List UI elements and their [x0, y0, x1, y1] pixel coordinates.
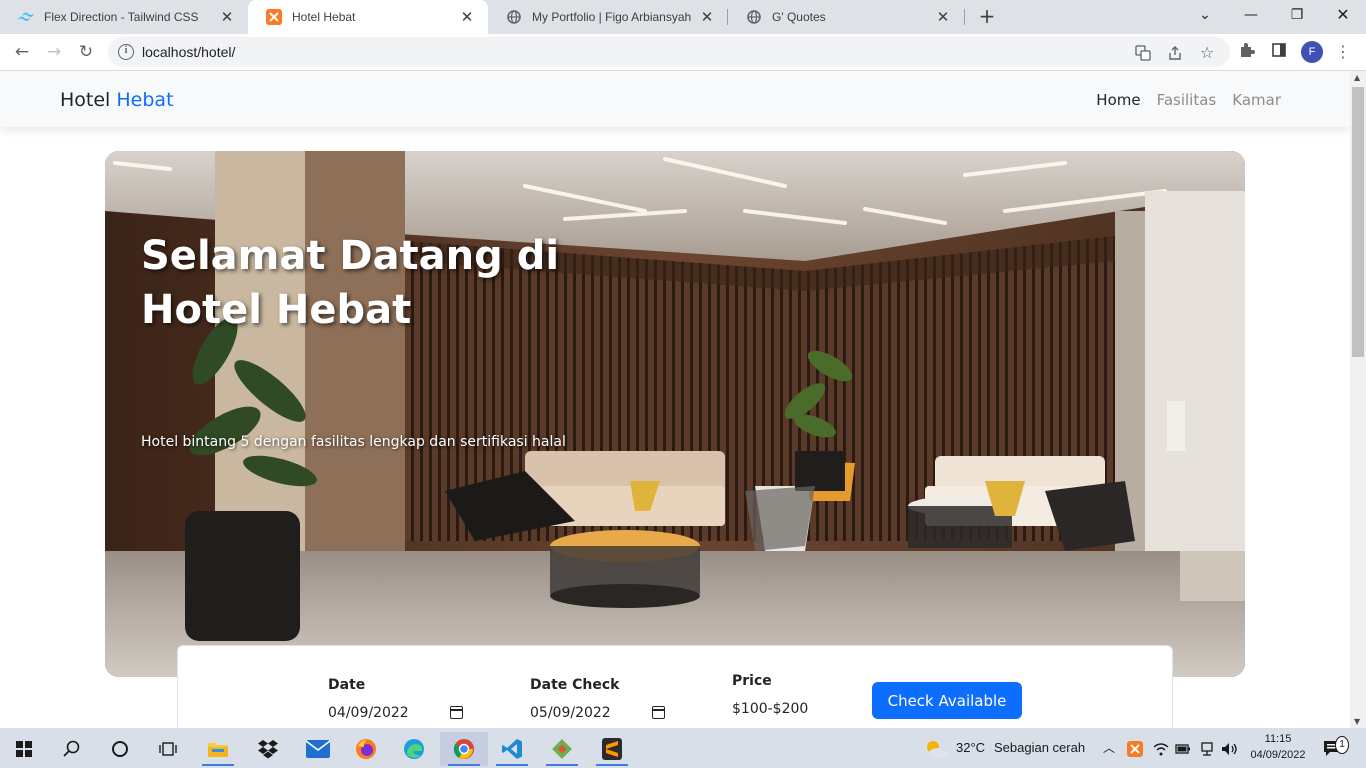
bookmark-star-icon[interactable]: ☆ [1199, 45, 1215, 61]
close-tab-icon[interactable]: ✕ [934, 8, 952, 26]
mail-icon[interactable] [294, 732, 342, 766]
tab-title: G' Quotes [772, 10, 826, 24]
nav-kamar-link[interactable]: Kamar [1232, 91, 1281, 109]
date-check-label: Date Check [530, 677, 620, 693]
share-icon[interactable] [1167, 45, 1183, 61]
task-view-icon[interactable] [144, 732, 192, 766]
active-app-indicator [596, 764, 628, 766]
calendar-icon[interactable] [652, 706, 665, 719]
tab-separator [964, 9, 965, 25]
scroll-down-arrow-icon[interactable]: ▼ [1354, 717, 1360, 726]
site-info-icon[interactable]: i [118, 44, 134, 60]
close-window-button[interactable]: ✕ [1320, 0, 1366, 34]
calendar-icon[interactable] [450, 706, 463, 719]
windows-taskbar: 32°C Sebagian cerah ︿ 11:15 04/09/2022 1 [0, 728, 1366, 768]
scrollbar-thumb[interactable] [1352, 87, 1364, 357]
extensions-puzzle-icon[interactable] [1237, 42, 1257, 62]
active-app-indicator [496, 764, 528, 766]
chrome-icon[interactable] [440, 732, 488, 766]
tab-title: Flex Direction - Tailwind CSS [44, 10, 199, 24]
dropbox-icon[interactable] [244, 732, 292, 766]
back-arrow-icon[interactable]: ← [8, 38, 36, 66]
price-value: $100-$200 [732, 701, 809, 717]
vscode-icon[interactable] [488, 732, 536, 766]
booking-form: Date 04/09/2022 Date Check 05/09/2022 Pr… [177, 645, 1173, 728]
active-app-indicator [202, 764, 234, 766]
firefox-icon[interactable] [342, 732, 390, 766]
globe-icon [746, 9, 762, 25]
url-text[interactable]: localhost/hotel/ [142, 44, 235, 60]
globe-icon [506, 9, 522, 25]
tab-search-icon[interactable]: ⌄ [1182, 0, 1228, 34]
restore-button[interactable]: ❐ [1274, 0, 1320, 34]
tray-chevron-up-icon[interactable]: ︿ [1103, 728, 1115, 768]
address-bar[interactable]: i localhost/hotel/ ☆ [108, 37, 1230, 67]
nav-links: Home Fasilitas Kamar [1096, 91, 1281, 109]
site-navbar: Hotel Hebat Home Fasilitas Kamar [0, 71, 1350, 127]
browser-tab[interactable]: G' Quotes ✕ [728, 0, 964, 34]
brand-accent: Hebat [116, 89, 174, 111]
kebab-menu-icon[interactable]: ⋮ [1333, 42, 1353, 62]
browser-tab-active[interactable]: Hotel Hebat ✕ [248, 0, 488, 34]
nav-fasilitas-link[interactable]: Fasilitas [1157, 91, 1217, 109]
xampp-icon [266, 9, 282, 25]
active-app-indicator [546, 764, 578, 766]
active-app-indicator [448, 764, 480, 766]
tab-title: Hotel Hebat [292, 10, 356, 24]
reload-icon[interactable]: ↻ [72, 38, 100, 66]
weather-temperature[interactable]: 32°C [956, 728, 985, 768]
tab-title: My Portfolio | Figo Arbiansyah [532, 10, 692, 24]
date-label: Date [328, 677, 366, 693]
brand-primary: Hotel [60, 89, 111, 111]
weather-icon[interactable] [924, 728, 948, 768]
file-explorer-icon[interactable] [194, 732, 242, 766]
system-clock[interactable]: 11:15 04/09/2022 [1246, 731, 1310, 763]
sublime-text-icon[interactable] [588, 732, 636, 766]
notification-count-badge: 1 [1335, 736, 1349, 754]
scroll-up-arrow-icon[interactable]: ▲ [1354, 73, 1360, 82]
hero-banner: Selamat Datang di Hotel Hebat Hotel bint… [105, 151, 1245, 677]
xampp-tray-icon[interactable] [1127, 728, 1143, 768]
windows-start-icon[interactable] [0, 732, 48, 766]
clock-date: 04/09/2022 [1250, 749, 1306, 761]
forward-arrow-icon[interactable]: → [40, 38, 68, 66]
browser-toolbar: ← → ↻ i localhost/hotel/ ☆ F ⋮ [0, 34, 1366, 71]
battery-icon[interactable] [1175, 728, 1191, 768]
browser-tab[interactable]: My Portfolio | Figo Arbiansyah ✕ [488, 0, 728, 34]
page-scrollbar[interactable]: ▲ ▼ [1350, 71, 1366, 728]
close-tab-icon[interactable]: ✕ [458, 8, 476, 26]
hero-subtitle: Hotel bintang 5 dengan fasilitas lengkap… [141, 434, 566, 450]
checkin-date-input[interactable]: 04/09/2022 [328, 705, 409, 721]
checkout-date-input[interactable]: 05/09/2022 [530, 705, 611, 721]
hero-title: Selamat Datang di Hotel Hebat [141, 233, 560, 333]
tailwind-icon [18, 9, 34, 25]
network-icon[interactable] [1199, 728, 1215, 768]
close-tab-icon[interactable]: ✕ [218, 8, 236, 26]
close-tab-icon[interactable]: ✕ [698, 8, 716, 26]
translate-icon[interactable] [1135, 45, 1151, 61]
edge-icon[interactable] [390, 732, 438, 766]
weather-description[interactable]: Sebagian cerah [994, 728, 1085, 768]
wifi-icon[interactable] [1153, 728, 1169, 768]
search-icon[interactable] [48, 732, 96, 766]
site-brand[interactable]: Hotel Hebat [60, 89, 174, 111]
nav-home-link[interactable]: Home [1096, 91, 1140, 109]
page-viewport: Hotel Hebat Home Fasilitas Kamar Selamat… [0, 71, 1350, 728]
side-panel-icon[interactable] [1269, 42, 1289, 62]
minimize-button[interactable]: — [1228, 0, 1274, 34]
clock-time: 11:15 [1264, 733, 1292, 745]
browser-tab[interactable]: Flex Direction - Tailwind CSS ✕ [0, 0, 248, 34]
check-available-button[interactable]: Check Available [872, 682, 1022, 719]
cortana-icon[interactable] [96, 732, 144, 766]
volume-icon[interactable] [1221, 728, 1239, 768]
new-tab-button[interactable]: + [976, 4, 998, 28]
git-app-icon[interactable] [538, 732, 586, 766]
profile-avatar[interactable]: F [1301, 41, 1323, 63]
price-label: Price [732, 673, 772, 689]
browser-tab-strip: Flex Direction - Tailwind CSS ✕ Hotel He… [0, 0, 1366, 34]
